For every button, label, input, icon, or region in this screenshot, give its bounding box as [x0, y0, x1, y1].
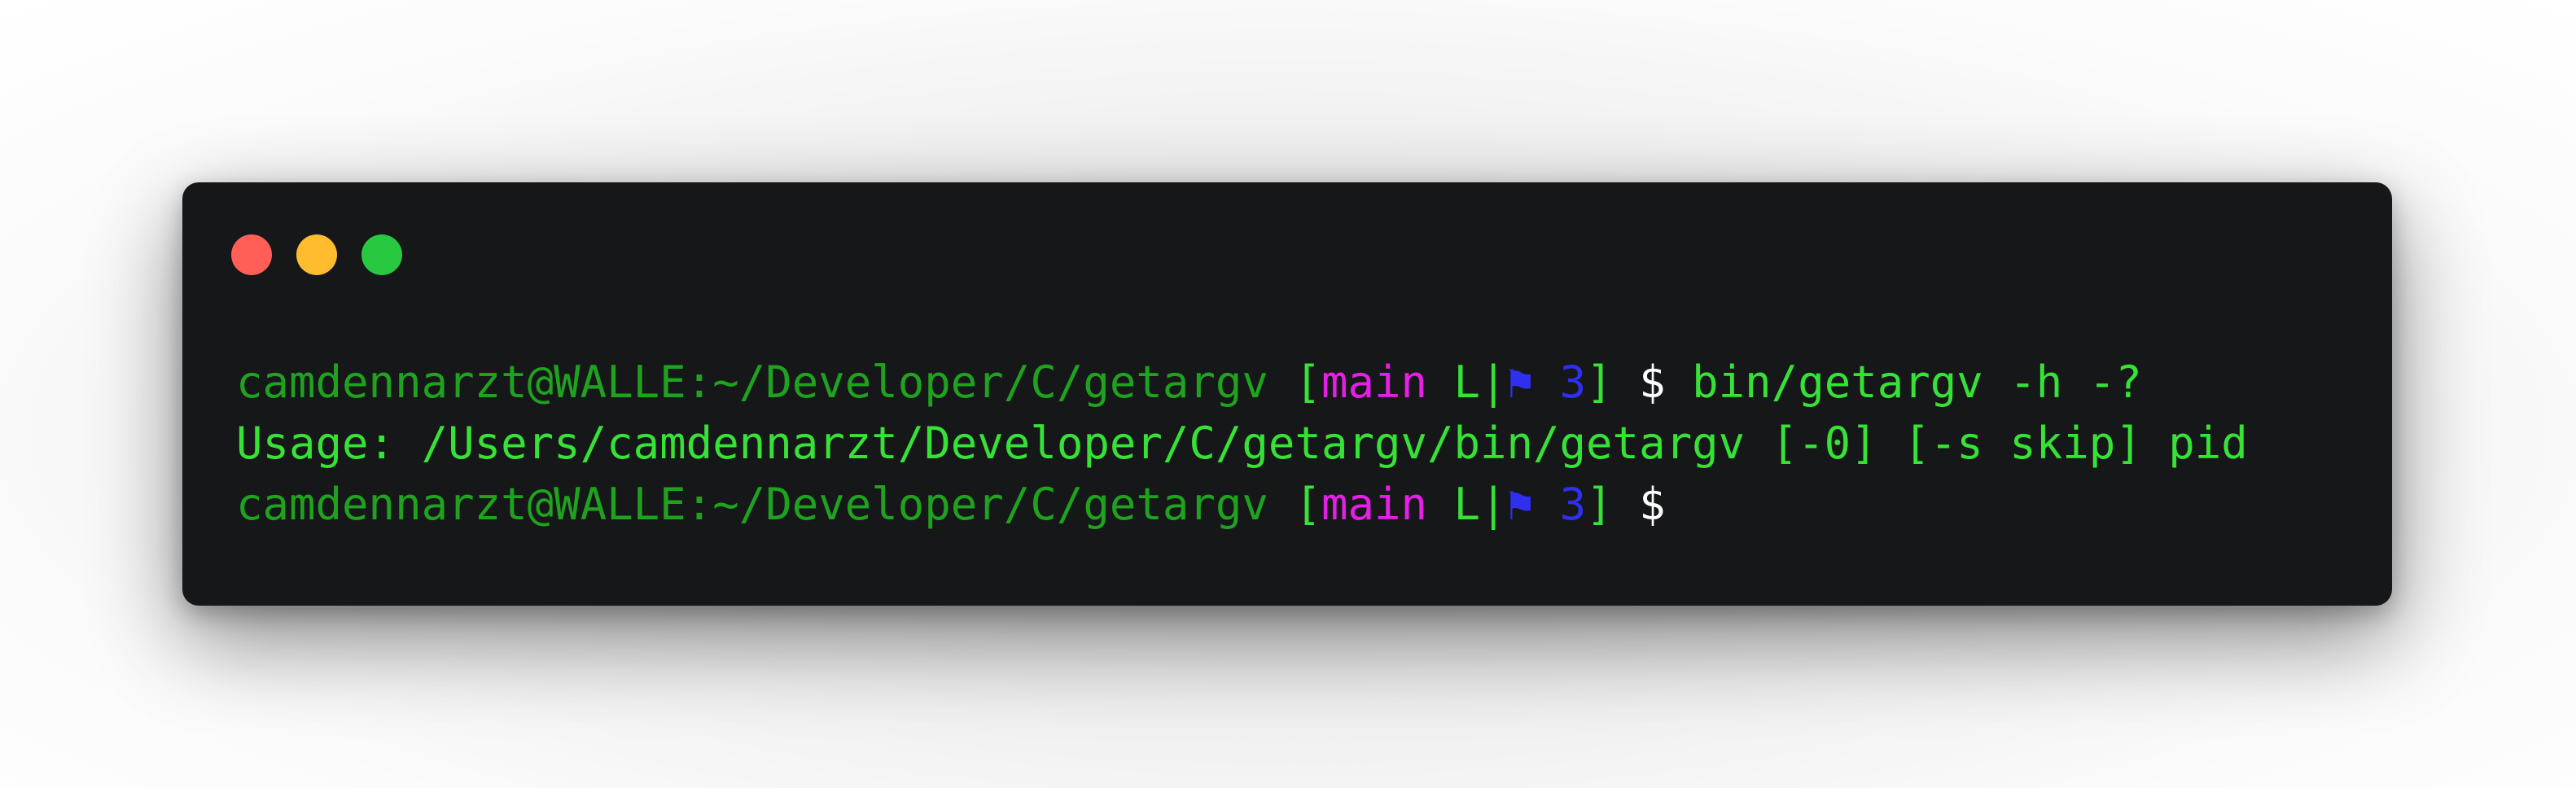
zoom-icon[interactable]	[361, 234, 402, 275]
terminal-window: camdennarzt@WALLE:~/Developer/C/getargv …	[182, 182, 2392, 606]
git-status: L|	[1427, 357, 1507, 408]
flag-icon: ⚑	[1506, 357, 1534, 408]
usage-output: Usage: /Users/camdennarzt/Developer/C/ge…	[236, 418, 2248, 469]
terminal-line-output: Usage: /Users/camdennarzt/Developer/C/ge…	[236, 413, 2359, 474]
prompt-symbol: $	[1612, 357, 1666, 408]
terminal-output[interactable]: camdennarzt@WALLE:~/Developer/C/getargv …	[236, 352, 2359, 535]
git-count: 3	[1533, 357, 1587, 408]
prompt-bracket-open: [	[1268, 357, 1321, 408]
git-branch: main	[1321, 479, 1427, 530]
git-status: L|	[1427, 479, 1507, 530]
terminal-line-command: camdennarzt@WALLE:~/Developer/C/getargv …	[236, 352, 2359, 413]
git-branch: main	[1321, 357, 1427, 408]
command-text: bin/getargv -h -?	[1665, 357, 2142, 408]
prompt-symbol: $	[1612, 479, 1666, 530]
git-count: 3	[1533, 479, 1587, 530]
minimize-icon[interactable]	[296, 234, 337, 275]
prompt-bracket-open: [	[1268, 479, 1321, 530]
prompt-bracket-close: ]	[1586, 479, 1613, 530]
prompt-bracket-close: ]	[1586, 357, 1613, 408]
flag-icon: ⚑	[1506, 479, 1534, 530]
close-icon[interactable]	[231, 234, 272, 275]
prompt-user-host-path: camdennarzt@WALLE:~/Developer/C/getargv	[236, 479, 1268, 530]
prompt-user-host-path: camdennarzt@WALLE:~/Developer/C/getargv	[236, 357, 1268, 408]
terminal-line-prompt: camdennarzt@WALLE:~/Developer/C/getargv …	[236, 474, 2359, 535]
